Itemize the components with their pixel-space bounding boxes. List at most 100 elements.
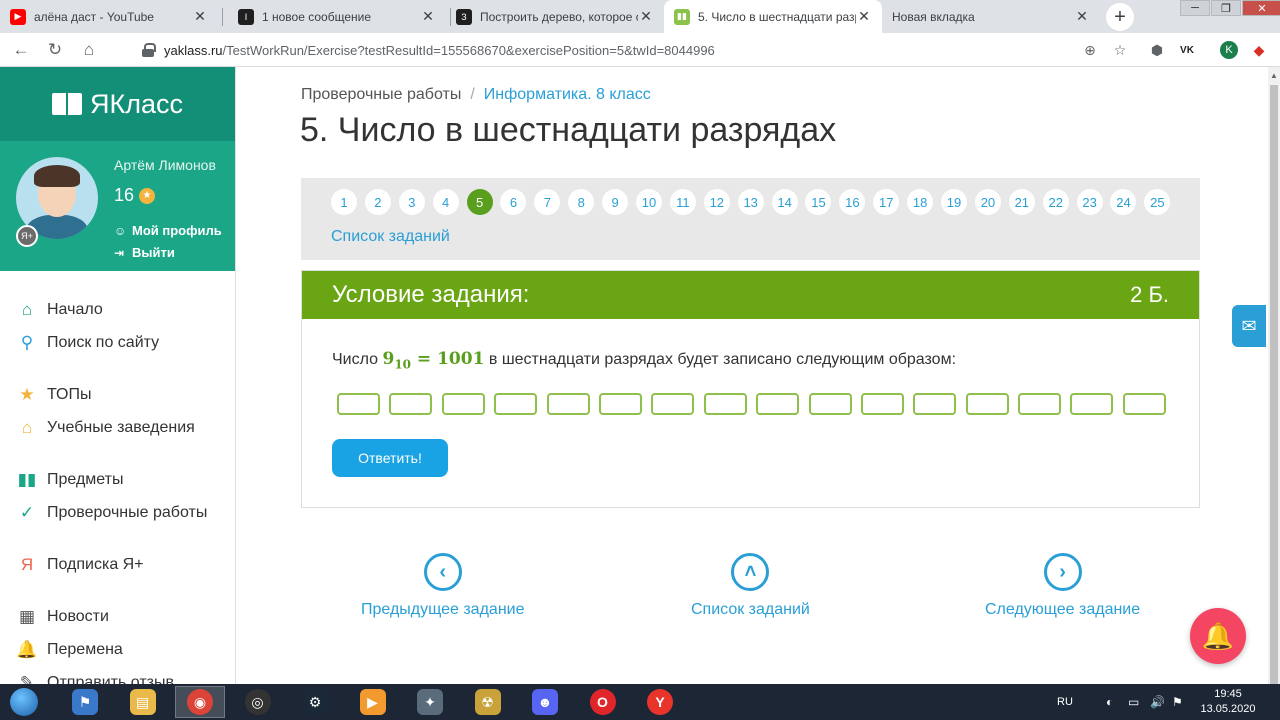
feedback-mail-icon[interactable]: ✉ <box>1232 305 1266 347</box>
tab-close-icon[interactable]: ✕ <box>192 8 208 25</box>
breadcrumb-subject[interactable]: Информатика. 8 класс <box>484 86 651 103</box>
profile-k-icon[interactable]: K <box>1220 41 1238 59</box>
steam-app[interactable]: ⚙ <box>290 686 340 718</box>
page-4-button[interactable]: 4 <box>432 189 459 215</box>
answer-digit-input[interactable] <box>1018 393 1062 415</box>
opera-app[interactable]: O <box>578 686 628 718</box>
browser-tab[interactable]: З Построить дерево, которое от ✕ <box>446 0 664 33</box>
home-icon[interactable]: ⌂ <box>78 39 100 61</box>
user-name[interactable]: Артём Лимонов <box>114 157 216 173</box>
addon-icon[interactable]: ◆ <box>1250 41 1268 59</box>
new-tab-button[interactable]: + <box>1106 3 1134 31</box>
reload-icon[interactable]: ↻ <box>44 39 66 61</box>
page-scrollbar[interactable]: ▲ <box>1268 67 1280 685</box>
sidebar-item[interactable]: ▦ Новости <box>0 600 235 633</box>
answer-digit-input[interactable] <box>756 393 800 415</box>
language-indicator[interactable]: RU <box>1057 684 1073 720</box>
sidebar-item[interactable]: ✓ Проверочные работы <box>0 496 235 529</box>
back-icon[interactable]: ← <box>10 39 32 61</box>
task-list-link[interactable]: Список заданий <box>331 228 450 246</box>
page-14-button[interactable]: 14 <box>771 189 798 215</box>
answer-digit-input[interactable] <box>389 393 433 415</box>
page-5-button[interactable]: 5 <box>466 189 493 215</box>
page-19-button[interactable]: 19 <box>941 189 968 215</box>
tab-close-icon[interactable]: ✕ <box>420 8 436 25</box>
page-23-button[interactable]: 23 <box>1076 189 1103 215</box>
game-app[interactable]: ✦ <box>405 686 455 718</box>
my-profile-link[interactable]: ☺ Мой профиль <box>114 223 222 238</box>
page-17-button[interactable]: 17 <box>873 189 900 215</box>
logout-link[interactable]: ⇥ Выйти <box>114 245 175 260</box>
tab-close-icon[interactable]: ✕ <box>1074 8 1090 25</box>
extension-cube-icon[interactable]: ⬢ <box>1148 41 1166 59</box>
tray-device-icon[interactable]: ▭ <box>1128 684 1139 720</box>
sidebar-item[interactable]: ★ ТОПы <box>0 378 235 411</box>
answer-digit-input[interactable] <box>1070 393 1114 415</box>
sidebar-item[interactable]: ⌂ Учебные заведения <box>0 411 235 444</box>
answer-digit-input[interactable] <box>860 393 904 415</box>
radiation-app[interactable]: ☢ <box>463 686 513 718</box>
answer-digit-input[interactable] <box>441 393 485 415</box>
answer-digit-input[interactable] <box>965 393 1009 415</box>
files-app[interactable]: ▤ <box>118 686 168 718</box>
answer-digit-input[interactable] <box>913 393 957 415</box>
yandex-app[interactable]: Y <box>635 686 685 718</box>
start-button[interactable] <box>4 686 44 718</box>
page-7-button[interactable]: 7 <box>534 189 561 215</box>
browser-tab[interactable]: Новая вкладка ✕ <box>882 0 1100 33</box>
chrome-app[interactable]: ◉ <box>175 686 225 718</box>
explorer-app[interactable]: ⚑ <box>60 686 110 718</box>
sidebar-item[interactable]: ⚲ Поиск по сайту <box>0 326 235 359</box>
page-10-button[interactable]: 10 <box>636 189 663 215</box>
page-12-button[interactable]: 12 <box>703 189 730 215</box>
answer-button[interactable]: Ответить! <box>332 439 448 477</box>
network-icon[interactable]: ⚑ <box>1172 684 1183 720</box>
page-11-button[interactable]: 11 <box>669 189 696 215</box>
page-13-button[interactable]: 13 <box>737 189 764 215</box>
prev-task-link[interactable]: ‹ Предыдущее задание <box>361 553 524 619</box>
browser-tab[interactable]: ▮▮ 5. Число в шестнадцати разряд✕ <box>664 0 882 33</box>
task-list-nav-link[interactable]: ˄ Список заданий <box>691 553 810 619</box>
page-15-button[interactable]: 15 <box>805 189 832 215</box>
page-20-button[interactable]: 20 <box>974 189 1001 215</box>
record-app[interactable]: ◎ <box>233 686 283 718</box>
answer-digit-input[interactable] <box>808 393 852 415</box>
page-3-button[interactable]: 3 <box>398 189 425 215</box>
sidebar-item[interactable]: ⌂ Начало <box>0 293 235 326</box>
page-18-button[interactable]: 18 <box>907 189 934 215</box>
next-task-link[interactable]: › Следующее задание <box>985 553 1140 619</box>
answer-digit-input[interactable] <box>494 393 538 415</box>
vk-icon[interactable]: VK <box>1178 41 1196 59</box>
answer-digit-input[interactable] <box>1122 393 1166 415</box>
page-1-button[interactable]: 1 <box>331 189 357 215</box>
window-close-icon[interactable]: ✕ <box>1242 0 1280 16</box>
notification-bell-icon[interactable]: 🔔 <box>1190 608 1246 664</box>
tray-app-icon[interactable]: ◐ <box>1106 684 1113 720</box>
scroll-up-arrow[interactable]: ▲ <box>1270 71 1278 81</box>
media-app[interactable]: ▶ <box>348 686 398 718</box>
page-8-button[interactable]: 8 <box>568 189 595 215</box>
install-icon[interactable]: ⊕ <box>1081 41 1099 59</box>
sidebar-item[interactable]: Я Подписка Я+ <box>0 548 235 581</box>
scrollbar-thumb[interactable] <box>1270 85 1278 685</box>
page-9-button[interactable]: 9 <box>602 189 629 215</box>
tab-close-icon[interactable]: ✕ <box>856 8 872 25</box>
minimize-icon[interactable]: ─ <box>1180 0 1210 16</box>
page-2-button[interactable]: 2 <box>364 189 391 215</box>
answer-digit-input[interactable] <box>546 393 590 415</box>
tab-close-icon[interactable]: ✕ <box>638 8 654 25</box>
sidebar-item[interactable]: 🔔 Переменa <box>0 633 235 666</box>
page-21-button[interactable]: 21 <box>1008 189 1035 215</box>
answer-digit-input[interactable] <box>703 393 747 415</box>
url-input[interactable]: yaklass.ru/TestWorkRun/Exercise?testResu… <box>130 37 1110 63</box>
page-24-button[interactable]: 24 <box>1110 189 1137 215</box>
answer-digit-input[interactable] <box>337 393 380 415</box>
answer-digit-input[interactable] <box>651 393 695 415</box>
system-clock[interactable]: 19:45 13.05.2020 <box>1196 687 1260 717</box>
bookmark-star-icon[interactable]: ☆ <box>1111 41 1129 59</box>
browser-tab[interactable]: ▶ алёна даст - YouTube ✕ <box>0 0 218 33</box>
answer-digit-input[interactable] <box>598 393 642 415</box>
logo[interactable]: ЯКласс <box>0 67 235 141</box>
sidebar-item[interactable]: ▮▮ Предметы <box>0 463 235 496</box>
breadcrumb-tests[interactable]: Проверочные работы <box>301 86 461 103</box>
